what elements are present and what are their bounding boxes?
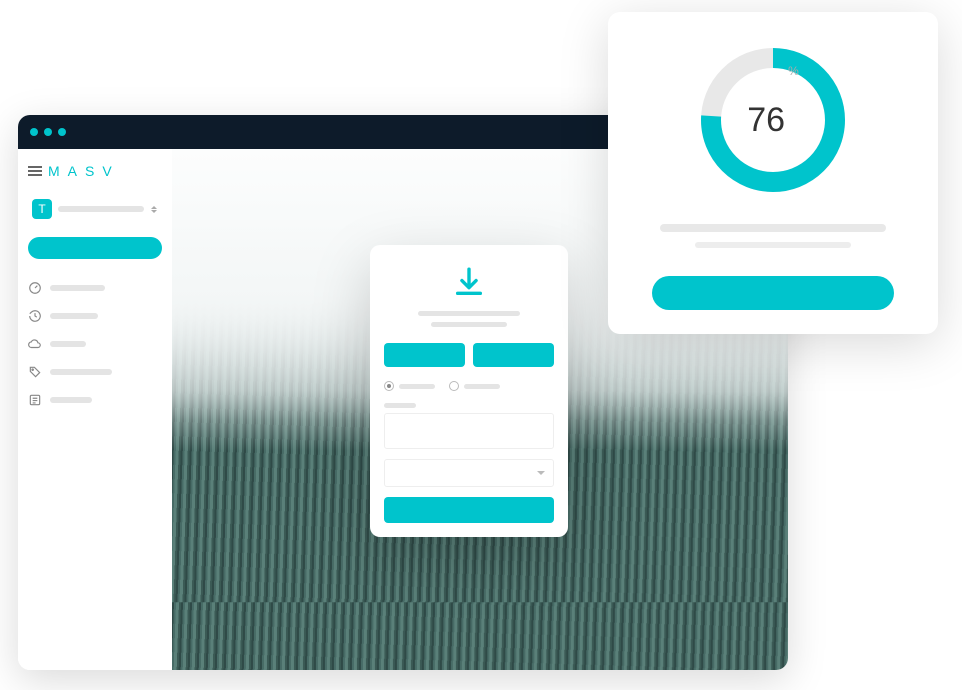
radio-option-2[interactable] xyxy=(449,381,500,391)
progress-ring: 76 % xyxy=(693,40,853,200)
nav-item-history[interactable] xyxy=(28,309,162,323)
radio-label-placeholder xyxy=(399,384,435,389)
percent-symbol: % xyxy=(788,64,799,78)
progress-title-placeholder xyxy=(660,224,886,232)
window-dot xyxy=(58,128,66,136)
text-field-block xyxy=(384,403,554,449)
sidebar: MASV T xyxy=(18,149,172,670)
logo-row: MASV xyxy=(28,163,162,179)
progress-label: 76 % xyxy=(693,40,853,200)
team-selector[interactable]: T xyxy=(28,195,162,223)
upload-subtitle-placeholder xyxy=(431,322,508,327)
upload-card xyxy=(370,245,568,537)
text-input[interactable] xyxy=(384,413,554,449)
list-icon xyxy=(28,393,42,407)
nav-item-tags[interactable] xyxy=(28,365,162,379)
upload-title-placeholder xyxy=(418,311,520,316)
team-badge: T xyxy=(32,199,52,219)
chevron-updown-icon xyxy=(150,206,158,213)
team-name-placeholder xyxy=(58,206,144,212)
progress-subtitle-placeholder xyxy=(695,242,850,248)
brand-logo: MASV xyxy=(48,163,120,179)
cloud-icon xyxy=(28,337,42,351)
radio-label-placeholder xyxy=(464,384,500,389)
nav-label-placeholder xyxy=(50,285,105,291)
progress-card: 76 % xyxy=(608,12,938,334)
history-icon xyxy=(28,309,42,323)
nav-label-placeholder xyxy=(50,369,112,375)
nav-item-cloud[interactable] xyxy=(28,337,162,351)
field-label-placeholder xyxy=(384,403,416,408)
menu-icon[interactable] xyxy=(28,166,42,176)
nav-item-list[interactable] xyxy=(28,393,162,407)
upload-files-button[interactable] xyxy=(384,343,465,367)
upload-button-row xyxy=(384,343,554,367)
primary-action-button[interactable] xyxy=(28,237,162,259)
tag-icon xyxy=(28,365,42,379)
radio-option-1[interactable] xyxy=(384,381,435,391)
nav-label-placeholder xyxy=(50,341,86,347)
radio-icon xyxy=(449,381,459,391)
progress-value: 76 xyxy=(747,101,785,140)
progress-action-button[interactable] xyxy=(652,276,895,310)
window-dot xyxy=(44,128,52,136)
nav-label-placeholder xyxy=(50,313,98,319)
select-input[interactable] xyxy=(384,459,554,487)
nav-item-dashboard[interactable] xyxy=(28,281,162,295)
gauge-icon xyxy=(28,281,42,295)
download-icon xyxy=(452,265,486,299)
window-dot xyxy=(30,128,38,136)
upload-radio-row xyxy=(384,381,554,391)
upload-folder-button[interactable] xyxy=(473,343,554,367)
radio-icon xyxy=(384,381,394,391)
send-button[interactable] xyxy=(384,497,554,523)
nav-label-placeholder xyxy=(50,397,92,403)
